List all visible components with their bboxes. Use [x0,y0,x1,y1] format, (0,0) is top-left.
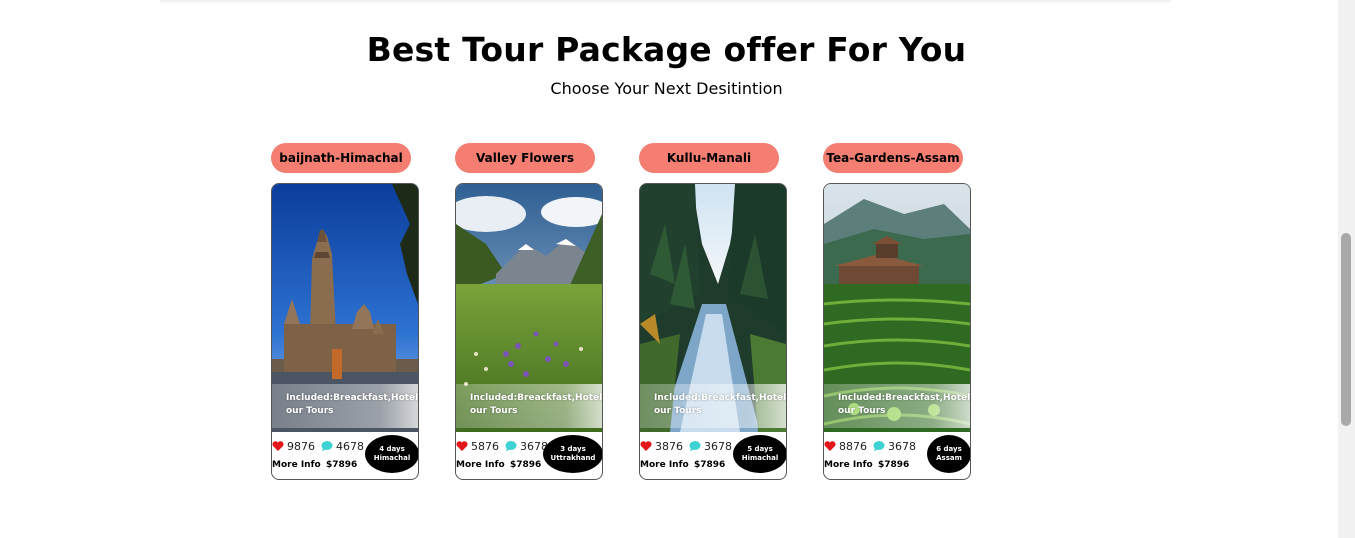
likes-count: 5876 [471,439,499,453]
price: $7896 [694,460,726,470]
more-info-link[interactable]: More Info [640,460,689,470]
duration-region: Himachal [741,454,779,462]
heart-icon[interactable] [272,440,284,452]
price: $7896 [878,460,910,470]
comments-count: 4678 [336,439,364,453]
duration-badge: 5 days Himachal [733,435,786,473]
package-title: Tea-Gardens-Assam [823,143,963,173]
more-info-link[interactable]: More Info [824,460,873,470]
stats-row: 5876 3678 [456,439,554,453]
page: Best Tour Package offer For You Choose Y… [0,0,1355,538]
duration-badge: 6 days Assam [927,435,970,473]
duration-days: 3 days [560,445,586,453]
page-subtitle: Choose Your Next Desitintion [550,79,783,98]
likes-count: 9876 [287,439,315,453]
price: $7896 [326,460,358,470]
chat-icon[interactable] [505,440,517,452]
included-text: Included:Breackfast,Hotel,tour Tours [456,384,602,428]
package-title: Kullu-Manali [639,143,779,173]
duration-region: Assam [936,454,962,462]
likes-count: 3876 [655,439,683,453]
package-box: Included:Breackfast,Hotel,tour Tours 387… [639,183,787,480]
header-shadow [160,0,1170,4]
stats-row: 8876 3678 [824,439,922,453]
page-title: Best Tour Package offer For You [366,30,967,69]
comments-count: 3678 [704,439,732,453]
vertical-scrollbar[interactable] [1338,0,1355,538]
comments-count: 3678 [888,439,916,453]
likes-count: 8876 [839,439,867,453]
duration-region: Uttrakhand [550,454,596,462]
more-info-link[interactable]: More Info [456,460,505,470]
package-box: Included:Breackfast,Hotel,tour Tours 887… [823,183,971,480]
package-card-valley-flowers[interactable]: Valley Flowers Included:Breackfast,Hotel… [455,143,605,483]
included-text: Included:Breackfast,Hotel,tour Tours [824,384,970,428]
included-text: Included:Breackfast,Hotel,tour Tours [272,384,418,428]
chat-icon[interactable] [321,440,333,452]
package-card-tea-gardens[interactable]: Tea-Gardens-Assam Included:Breackfast,Ho… [823,143,973,483]
package-card-baijnath[interactable]: baijnath-Himachal Included:Breackfast,Ho… [271,143,421,483]
package-title: baijnath-Himachal [271,143,411,173]
chat-icon[interactable] [689,440,701,452]
duration-days: 6 days [936,445,962,453]
package-box: Included:Breackfast,Hotel,tour Tours 587… [455,183,603,480]
included-text: Included:Breackfast,Hotel,tour Tours [640,384,786,428]
more-info-link[interactable]: More Info [272,460,321,470]
chat-icon[interactable] [873,440,885,452]
heart-icon[interactable] [824,440,836,452]
stats-row: 3876 3678 [640,439,738,453]
price: $7896 [510,460,542,470]
duration-days: 5 days [747,445,773,453]
duration-badge: 3 days Uttrakhand [543,435,602,473]
heart-icon[interactable] [640,440,652,452]
stats-row: 9876 4678 [272,439,370,453]
package-card-kullu-manali[interactable]: Kullu-Manali Included:Breackfast,Hotel,t… [639,143,789,483]
duration-region: Himachal [373,454,411,462]
package-title: Valley Flowers [455,143,595,173]
package-box: Included:Breackfast,Hotel,tour Tours 987… [271,183,419,480]
duration-days: 4 days [379,445,405,453]
scrollbar-thumb[interactable] [1341,233,1351,426]
duration-badge: 4 days Himachal [365,435,418,473]
heart-icon[interactable] [456,440,468,452]
